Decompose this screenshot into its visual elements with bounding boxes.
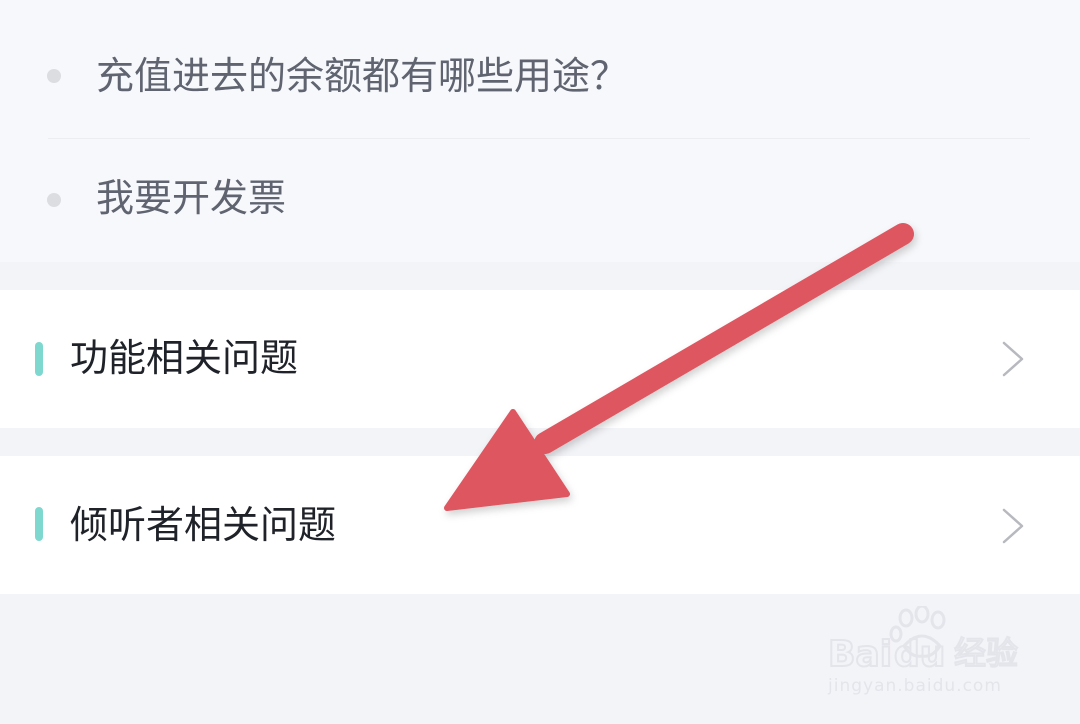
bullet-dot-icon <box>47 69 61 83</box>
category-label: 倾听者相关问题 <box>70 503 337 547</box>
category-row-functions[interactable]: 功能相关问题 <box>0 290 1080 428</box>
faq-sublist: 充值进去的余额都有哪些用途？ 我要开发票 <box>0 0 1080 262</box>
accent-bar <box>35 342 43 376</box>
faq-item[interactable]: 充值进去的余额都有哪些用途？ <box>0 14 1080 138</box>
faq-item-text: 充值进去的余额都有哪些用途？ <box>96 54 629 98</box>
faq-item[interactable]: 我要开发票 <box>0 138 1080 262</box>
chevron-right-icon <box>1002 508 1024 544</box>
category-label: 功能相关问题 <box>70 336 299 380</box>
category-row-listener[interactable]: 倾听者相关问题 <box>0 456 1080 594</box>
faq-item-text: 我要开发票 <box>96 176 287 220</box>
svg-text:经验: 经验 <box>954 634 1018 672</box>
baidu-paw-logo-icon: Bai du 经验 <box>827 604 1019 676</box>
accent-bar <box>35 507 43 541</box>
watermark-url: jingyan.baidu.com <box>828 676 1002 696</box>
watermark: Bai du 经验 jingyan.baidu.com <box>827 604 1048 706</box>
bullet-dot-icon <box>47 193 61 207</box>
svg-text:du: du <box>894 634 945 675</box>
svg-text:Bai: Bai <box>828 634 892 675</box>
chevron-right-icon <box>1002 341 1024 377</box>
